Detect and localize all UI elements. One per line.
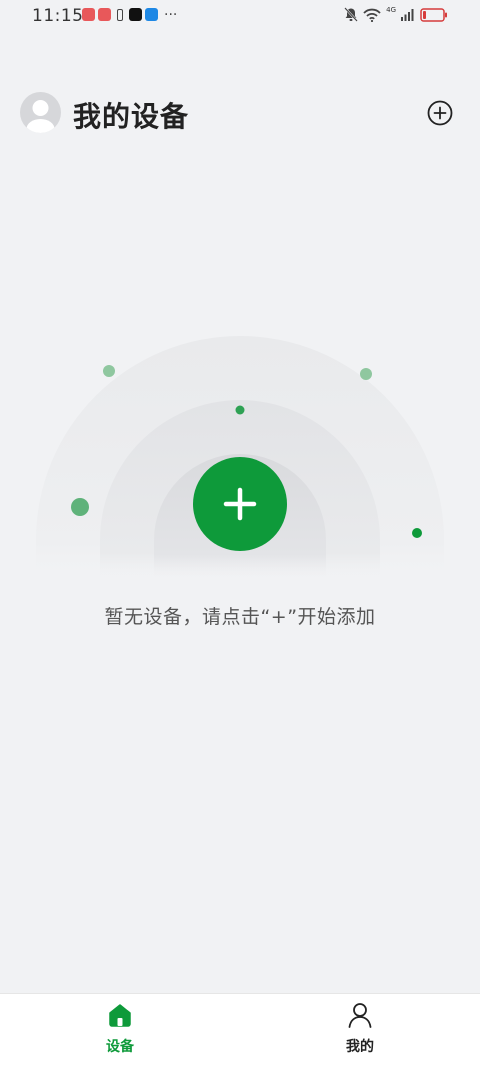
radar-dot — [71, 498, 89, 516]
wifi-icon — [363, 8, 381, 22]
network-type-label: 4G — [386, 5, 396, 14]
person-icon — [348, 1003, 372, 1028]
empty-state-message: 暂无设备，请点击“+”开始添加 — [104, 606, 376, 628]
system-icons: 4G — [344, 5, 448, 22]
plus-circle-icon — [427, 100, 453, 126]
app-notification-icon — [82, 8, 95, 21]
home-icon — [109, 1004, 131, 1027]
nav-item-devices[interactable]: 设备 — [60, 994, 180, 1068]
plus-icon — [223, 487, 257, 521]
add-device-button[interactable] — [193, 457, 287, 551]
battery-notification-icon — [117, 8, 123, 21]
status-bar: 11:15 ··· 4G — [0, 0, 480, 32]
signal-icon — [401, 9, 414, 21]
app-notification-icon — [129, 8, 142, 21]
more-notifications-icon: ··· — [164, 6, 178, 23]
nav-item-label: 我的 — [346, 1039, 374, 1055]
default-avatar-icon — [26, 100, 55, 133]
page-title: 我的设备 — [73, 100, 190, 133]
cloud-notification-icon — [145, 8, 158, 21]
nav-item-label: 设备 — [106, 1039, 134, 1055]
bottom-nav: 设备 我的 — [0, 993, 480, 1068]
radar-dot — [360, 368, 372, 380]
radar-dot — [235, 405, 245, 415]
avatar[interactable] — [20, 92, 61, 133]
notification-icons: ··· — [82, 6, 178, 23]
add-device-header-button[interactable] — [427, 100, 453, 126]
radar-dot — [412, 528, 422, 538]
radar-dot — [103, 365, 115, 377]
battery-low-icon — [420, 7, 447, 22]
app-notification-icon — [98, 8, 111, 21]
mute-bell-icon — [344, 7, 358, 22]
status-time: 11:15 — [32, 6, 84, 26]
nav-item-mine[interactable]: 我的 — [300, 994, 420, 1068]
